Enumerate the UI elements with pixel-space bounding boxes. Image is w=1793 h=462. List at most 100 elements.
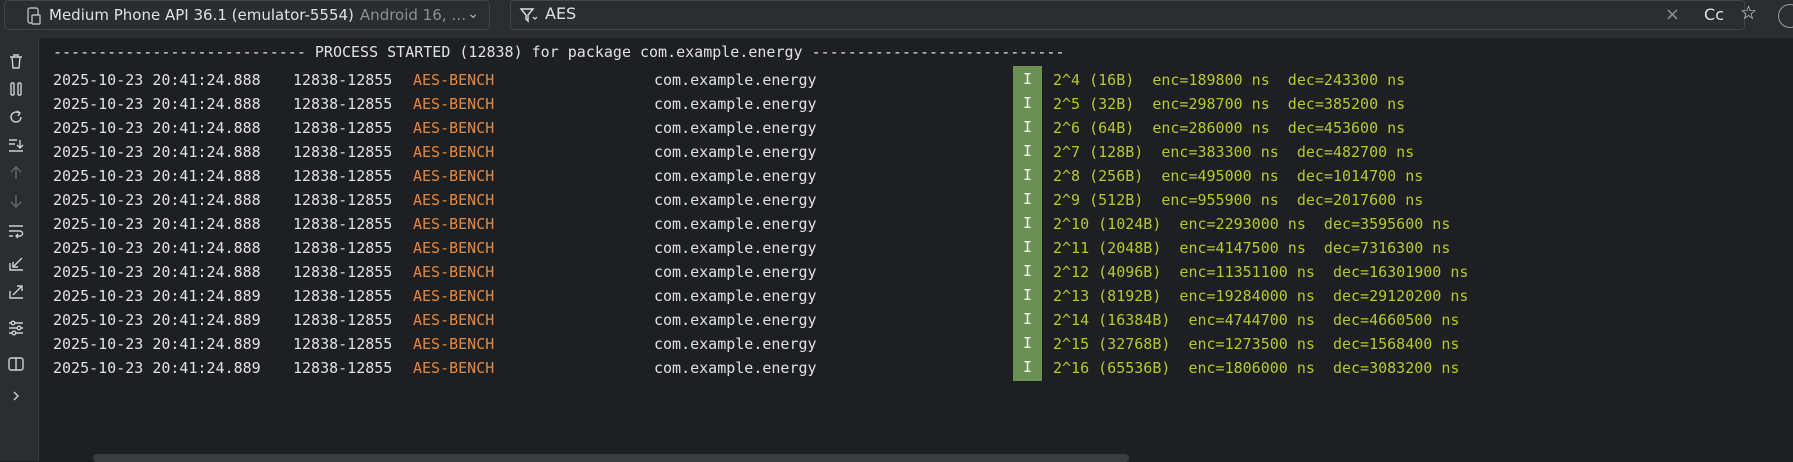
log-timestamp: 2025-10-23 20:41:24.889 [53, 311, 261, 329]
log-timestamp: 2025-10-23 20:41:24.889 [53, 335, 261, 353]
log-tag: AES-BENCH [413, 95, 495, 113]
log-timestamp: 2025-10-23 20:41:24.889 [53, 359, 261, 377]
log-message: 2^14 (16384B) enc=4744700 ns dec=4660500… [1053, 311, 1460, 329]
log-package: com.example.energy [654, 287, 817, 305]
log-row: 2025-10-23 20:41:24.888 12838-12855 AES-BE… [39, 90, 1739, 117]
match-case-button[interactable]: Cc [1704, 5, 1724, 24]
log-tag: AES-BENCH [413, 359, 495, 377]
log-level-badge: I [1013, 90, 1042, 117]
log-package: com.example.energy [654, 167, 817, 185]
help-icon[interactable] [1778, 4, 1793, 28]
log-timestamp: 2025-10-23 20:41:24.888 [53, 215, 261, 233]
log-message: 2^12 (4096B) enc=11351100 ns dec=1630190… [1053, 263, 1469, 281]
log-package: com.example.energy [654, 95, 817, 113]
device-selector[interactable]: Medium Phone API 36.1 (emulator-5554) An… [4, 0, 490, 30]
log-message: 2^11 (2048B) enc=4147500 ns dec=7316300 … [1053, 239, 1451, 257]
log-pid: 12838-12855 [293, 95, 393, 113]
log-timestamp: 2025-10-23 20:41:24.888 [53, 239, 261, 257]
more-chevron-icon[interactable] [6, 386, 26, 406]
chevron-down-icon[interactable]: ⌄ [467, 6, 479, 22]
log-tag: AES-BENCH [413, 191, 495, 209]
log-pid: 12838-12855 [293, 263, 393, 281]
log-timestamp: 2025-10-23 20:41:24.888 [53, 95, 261, 113]
pause-icon[interactable] [6, 79, 26, 99]
log-pid: 12838-12855 [293, 71, 393, 89]
log-message: 2^5 (32B) enc=298700 ns dec=385200 ns [1053, 95, 1406, 113]
log-row: 2025-10-23 20:41:24.888 12838-12855 AES-BE… [39, 138, 1739, 165]
log-level-badge: I [1013, 330, 1042, 357]
logcat-toolbar [0, 38, 39, 461]
log-row: 2025-10-23 20:41:24.888 12838-12855 AES-BE… [39, 66, 1739, 93]
clear-filter-icon[interactable]: × [1665, 4, 1680, 25]
log-pid: 12838-12855 [293, 167, 393, 185]
settings-sliders-icon[interactable] [6, 318, 26, 338]
log-timestamp: 2025-10-23 20:41:24.888 [53, 119, 261, 137]
log-pid: 12838-12855 [293, 215, 393, 233]
restart-icon[interactable] [6, 107, 26, 127]
log-level-badge: I [1013, 258, 1042, 285]
logcat-output[interactable]: ---------------------------- PROCESS STA… [39, 38, 1793, 462]
filter-icon [519, 8, 538, 23]
log-tag: AES-BENCH [413, 119, 495, 137]
top-bar: Medium Phone API 36.1 (emulator-5554) An… [0, 0, 1793, 39]
log-pid: 12838-12855 [293, 119, 393, 137]
log-package: com.example.energy [654, 119, 817, 137]
log-tag: AES-BENCH [413, 287, 495, 305]
log-package: com.example.energy [654, 71, 817, 89]
logcat-filter[interactable]: AES × Cc [510, 0, 1745, 30]
log-row: 2025-10-23 20:41:24.889 12838-12855 AES-BE… [39, 306, 1739, 333]
trash-icon[interactable] [6, 51, 26, 71]
log-pid: 12838-12855 [293, 359, 393, 377]
favorite-star-icon[interactable]: ☆ [1740, 2, 1757, 24]
log-row: 2025-10-23 20:41:24.888 12838-12855 AES-BE… [39, 234, 1739, 261]
process-started-line: ---------------------------- PROCESS STA… [53, 43, 1065, 61]
log-row: 2025-10-23 20:41:24.888 12838-12855 AES-BE… [39, 258, 1739, 285]
log-tag: AES-BENCH [413, 335, 495, 353]
log-pid: 12838-12855 [293, 311, 393, 329]
down-arrow-icon[interactable] [6, 191, 26, 211]
log-message: 2^9 (512B) enc=955900 ns dec=2017600 ns [1053, 191, 1424, 209]
log-timestamp: 2025-10-23 20:41:24.888 [53, 167, 261, 185]
log-package: com.example.energy [654, 191, 817, 209]
log-package: com.example.energy [654, 335, 817, 353]
log-timestamp: 2025-10-23 20:41:24.889 [53, 287, 261, 305]
soft-wrap-icon[interactable] [6, 221, 26, 241]
log-level-badge: I [1013, 306, 1042, 333]
scroll-to-end-icon[interactable] [6, 135, 26, 155]
export-icon[interactable] [6, 282, 26, 302]
log-level-badge: I [1013, 114, 1042, 141]
log-level-badge: I [1013, 66, 1042, 93]
log-level-badge: I [1013, 186, 1042, 213]
log-message: 2^4 (16B) enc=189800 ns dec=243300 ns [1053, 71, 1406, 89]
device-os: Android 16, … [359, 6, 467, 24]
log-timestamp: 2025-10-23 20:41:24.888 [53, 263, 261, 281]
log-message: 2^8 (256B) enc=495000 ns dec=1014700 ns [1053, 167, 1424, 185]
log-message: 2^10 (1024B) enc=2293000 ns dec=3595600 … [1053, 215, 1451, 233]
log-pid: 12838-12855 [293, 287, 393, 305]
log-message: 2^13 (8192B) enc=19284000 ns dec=2912020… [1053, 287, 1469, 305]
filter-query-input[interactable]: AES [545, 4, 576, 23]
log-package: com.example.energy [654, 239, 817, 257]
device-name: Medium Phone API 36.1 (emulator-5554) [49, 6, 354, 24]
import-icon[interactable] [6, 254, 26, 274]
log-level-badge: I [1013, 234, 1042, 261]
device-icon [27, 7, 41, 25]
log-row: 2025-10-23 20:41:24.888 12838-12855 AES-BE… [39, 162, 1739, 189]
log-package: com.example.energy [654, 263, 817, 281]
log-message: 2^6 (64B) enc=286000 ns dec=453600 ns [1053, 119, 1406, 137]
log-package: com.example.energy [654, 215, 817, 233]
log-tag: AES-BENCH [413, 167, 495, 185]
log-timestamp: 2025-10-23 20:41:24.888 [53, 71, 261, 89]
log-level-badge: I [1013, 138, 1042, 165]
log-level-badge: I [1013, 282, 1042, 309]
log-row: 2025-10-23 20:41:24.889 12838-12855 AES-BE… [39, 282, 1739, 309]
log-tag: AES-BENCH [413, 263, 495, 281]
log-pid: 12838-12855 [293, 191, 393, 209]
up-arrow-icon[interactable] [6, 163, 26, 183]
log-row: 2025-10-23 20:41:24.888 12838-12855 AES-BE… [39, 114, 1739, 141]
split-view-icon[interactable] [6, 354, 26, 374]
log-tag: AES-BENCH [413, 311, 495, 329]
log-tag: AES-BENCH [413, 71, 495, 89]
log-timestamp: 2025-10-23 20:41:24.888 [53, 191, 261, 209]
log-package: com.example.energy [654, 359, 817, 377]
